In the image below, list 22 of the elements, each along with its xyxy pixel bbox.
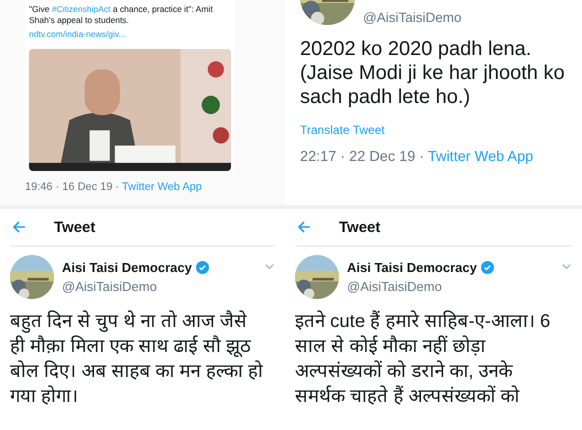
link-card-title: "Give #CitizenshipAct a chance, practice it": Amit Shah's appeal to students. [29,4,214,27]
back-arrow-icon[interactable] [12,220,26,234]
back-arrow-icon[interactable] [297,220,311,234]
source-link[interactable]: Twitter Web App [428,149,534,165]
tweet-text: बहुत दिन से चुप थे ना तो आज जैसे ही मौक़ा मिला एक साथ ढाई सौ झूठ बोल दिए। अब साहब का मन हल्का हो गया होगा। [10,309,264,408]
user-name[interactable]: Aisi Taisi Democracy [347,260,477,275]
link-url[interactable]: ndtv.com/india-news/giv... [29,28,231,39]
source-link[interactable]: Twitter Web App [122,180,202,193]
tweet-text: 20202 ko 2020 padh lena. (Jaise Modi ji ke har jhooth ko sach padh lete ho.) [300,37,566,109]
header-title: Tweet [339,218,380,236]
header-title: Tweet [54,218,96,236]
user-handle: @AisiTaisiDemo [363,10,462,25]
user-handle: @AisiTaisiDemo [62,279,158,294]
chevron-down-icon[interactable] [264,261,275,272]
user-name[interactable]: Aisi Taisi Democracy [62,260,192,275]
tweet-timestamp: 22:17 · 22 Dec 19 · Twitter Web App [300,149,534,165]
link-card[interactable]: "Give #CitizenshipAct a chance, practice it": Amit Shah's appeal to students. ndtv.com/india-news/giv... [25,0,235,171]
user-handle: @AisiTaisiDemo [347,279,443,294]
tweet-timestamp: 19:46 · 16 Dec 19 · Twitter Web App [25,180,203,193]
chevron-down-icon[interactable] [561,261,572,272]
tweet-text: इतने cute हैं हमारे साहिब-ए-आला। 6 साल से कोई मौका नहीं छोड़ा अल्पसंख्यकों को डराने का, उनके समर्थक चाहते हैं अल्पसंख्यकों को [295,309,552,408]
translate-link[interactable]: Translate Tweet [300,123,582,137]
